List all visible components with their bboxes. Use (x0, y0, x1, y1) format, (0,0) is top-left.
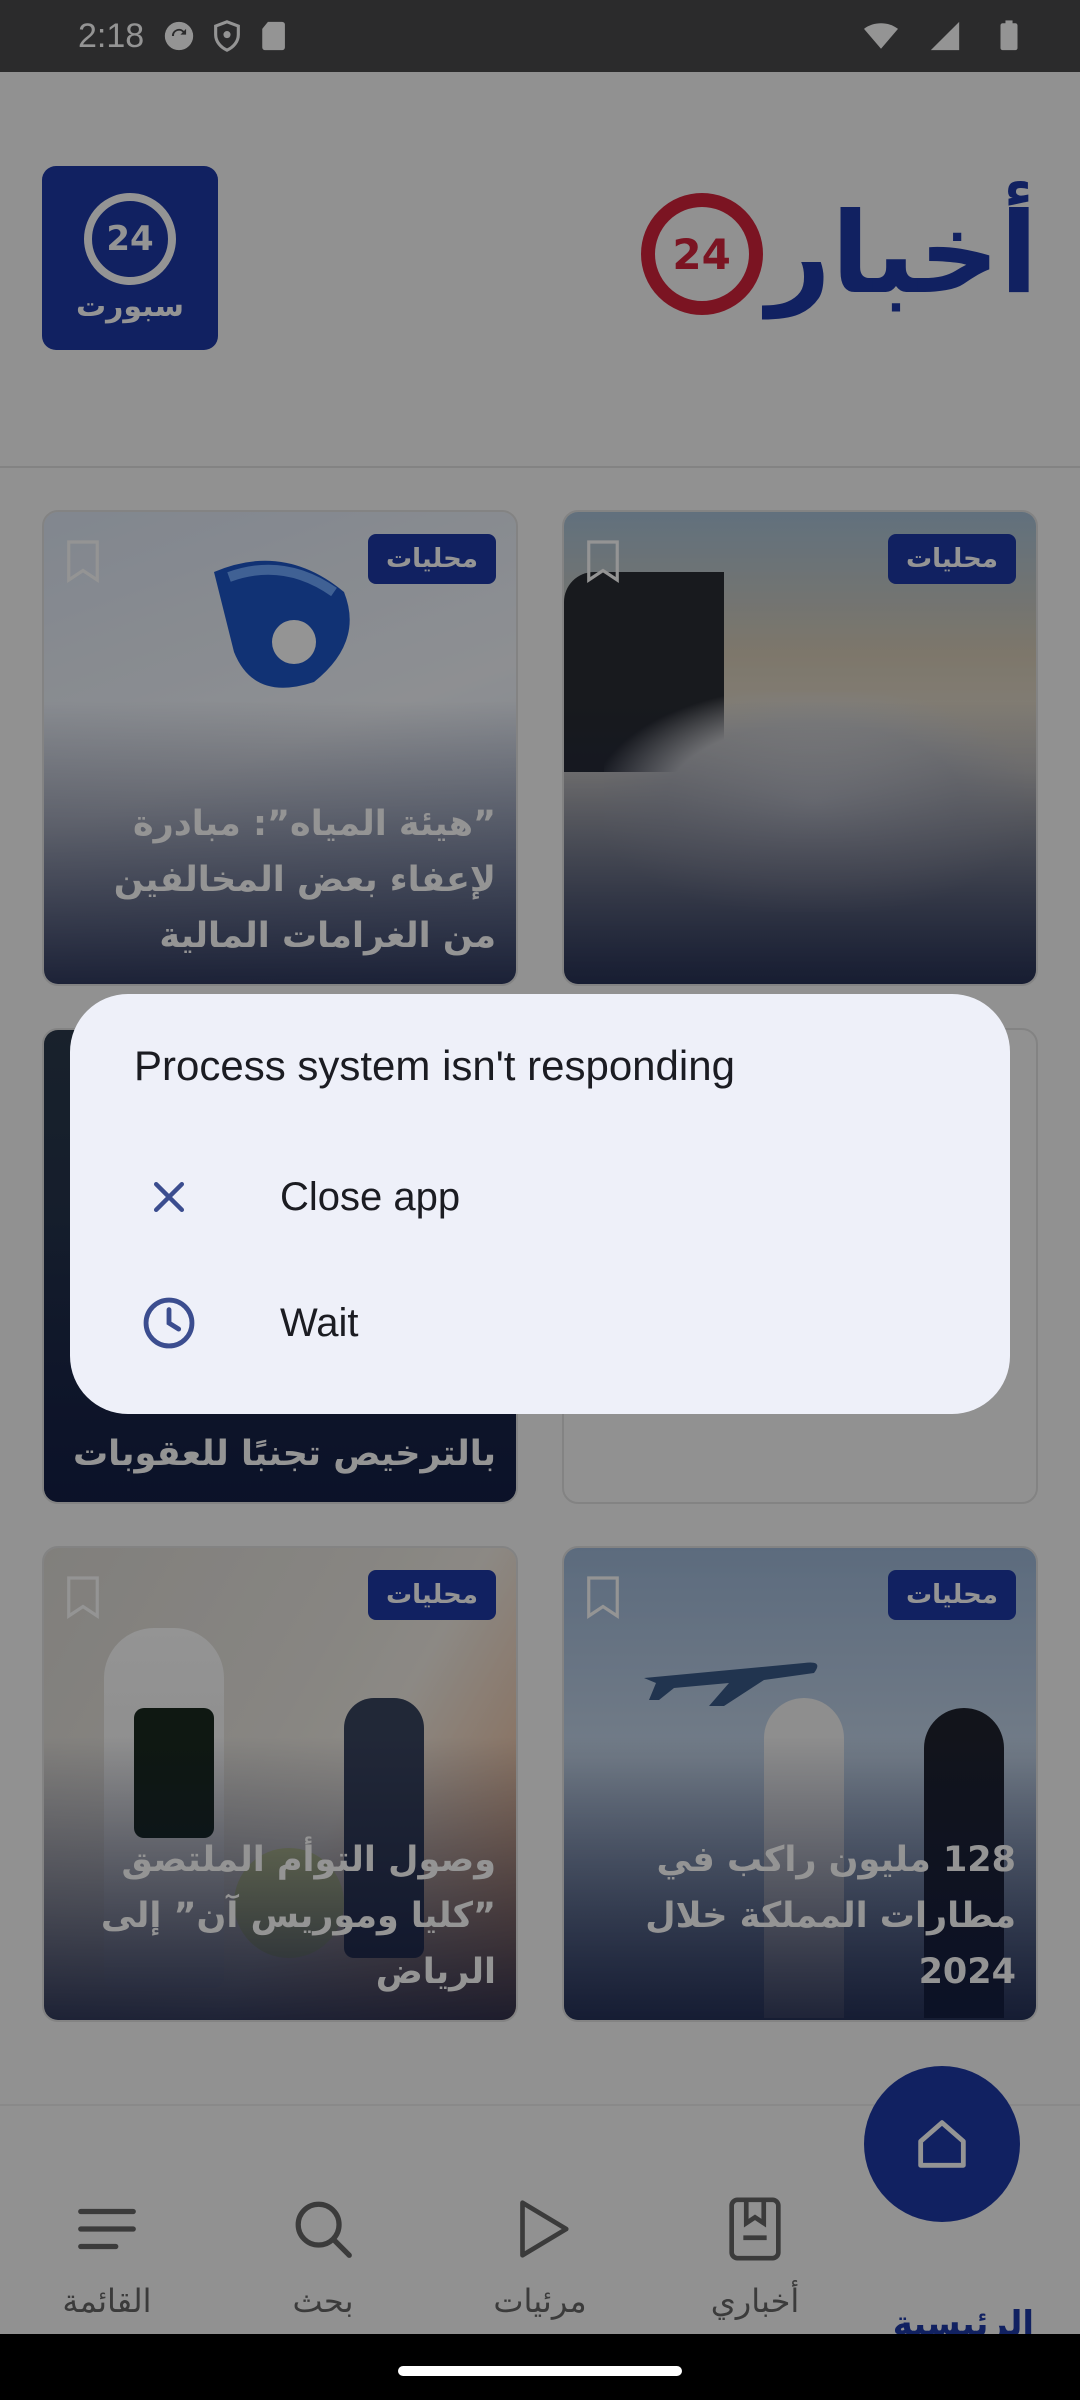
close-icon (134, 1162, 204, 1232)
wait-button[interactable]: Wait (134, 1268, 946, 1378)
close-app-button[interactable]: Close app (134, 1142, 946, 1252)
dialog-title: Process system isn't responding (134, 1042, 735, 1089)
close-app-label: Close app (280, 1174, 461, 1219)
wait-label: Wait (280, 1300, 359, 1345)
clock-icon (134, 1288, 204, 1358)
gesture-handle[interactable] (398, 2366, 682, 2376)
anr-dialog: Process system isn't responding Close ap… (70, 994, 1010, 1414)
